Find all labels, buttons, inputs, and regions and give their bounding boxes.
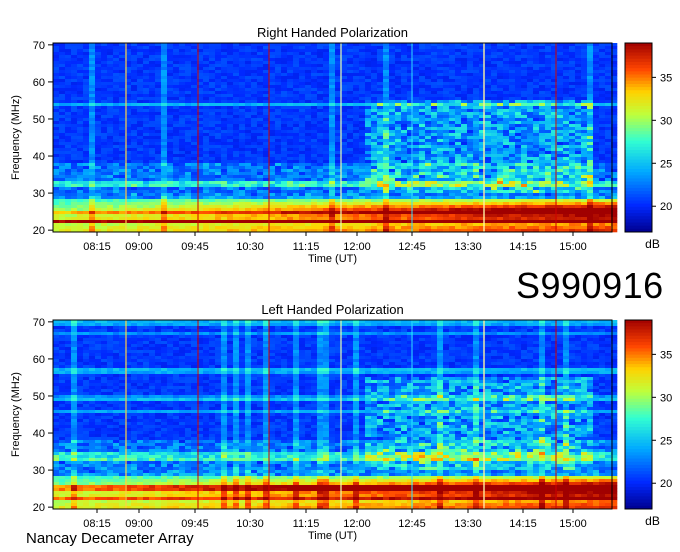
y-tick-label: 40 (33, 428, 45, 440)
x-tick-label: 14:15 (509, 518, 537, 530)
x-tick-label: 15:00 (559, 241, 587, 253)
colorbar-tick-label: 35 (660, 349, 672, 361)
x-tick-label: 09:00 (125, 518, 153, 530)
x-tick-label: 09:45 (181, 518, 209, 530)
date-code-label: S990916 (516, 265, 664, 306)
y-tick-label: 60 (33, 77, 45, 89)
spectrogram-panel-1 (52, 42, 618, 233)
x-axis-label: Time (UT) (308, 253, 357, 265)
x-tick-label: 12:00 (343, 241, 371, 253)
y-tick-label: 30 (33, 188, 45, 200)
spectrogram-cells (53, 43, 618, 233)
y-tick-label: 20 (33, 225, 45, 237)
colorbar-label: dB (645, 514, 660, 528)
x-tick-label: 13:30 (454, 241, 482, 253)
colorbar-tick-label: 30 (660, 392, 672, 404)
colorbar-label: dB (645, 237, 660, 251)
x-tick-label: 14:15 (509, 241, 537, 253)
x-tick-label: 13:30 (454, 518, 482, 530)
colorbar-tick-label: 20 (660, 478, 672, 490)
x-tick-label: 12:45 (398, 241, 426, 253)
instrument-label: Nancay Decameter Array (26, 530, 194, 547)
colorbar-tick-label: 20 (660, 201, 672, 213)
x-tick-label: 12:45 (398, 518, 426, 530)
y-tick-label: 40 (33, 151, 45, 163)
x-tick-label: 08:15 (83, 518, 111, 530)
colorbar (624, 319, 653, 510)
y-tick-label: 50 (33, 391, 45, 403)
colorbar-tick-label: 30 (660, 115, 672, 127)
colorbar (624, 42, 653, 233)
x-tick-label: 08:15 (83, 241, 111, 253)
y-axis-label: Frequency (MHz) (10, 372, 22, 457)
x-tick-label: 09:00 (125, 241, 153, 253)
spectrogram-panel-2 (52, 319, 618, 510)
x-axis-label: Time (UT) (308, 530, 357, 542)
x-tick-label: 15:00 (559, 518, 587, 530)
x-tick-label: 09:45 (181, 241, 209, 253)
y-tick-label: 60 (33, 354, 45, 366)
colorbar-tick-label: 25 (660, 435, 672, 447)
y-tick-label: 50 (33, 114, 45, 126)
y-tick-label: 70 (33, 317, 45, 329)
colorbar-tick-label: 35 (660, 72, 672, 84)
colorbar-tick-label: 25 (660, 158, 672, 170)
panel-title: Right Handed Polarization (257, 25, 408, 40)
y-tick-label: 70 (33, 40, 45, 52)
x-tick-label: 10:30 (236, 518, 264, 530)
y-tick-label: 20 (33, 502, 45, 514)
x-tick-label: 10:30 (236, 241, 264, 253)
x-tick-label: 11:15 (293, 518, 320, 530)
x-tick-label: 11:15 (293, 241, 320, 253)
panel-title: Left Handed Polarization (261, 302, 403, 317)
y-axis-label: Frequency (MHz) (10, 95, 22, 180)
x-tick-label: 12:00 (343, 518, 371, 530)
spectrogram-cells (53, 320, 618, 510)
y-tick-label: 30 (33, 465, 45, 477)
